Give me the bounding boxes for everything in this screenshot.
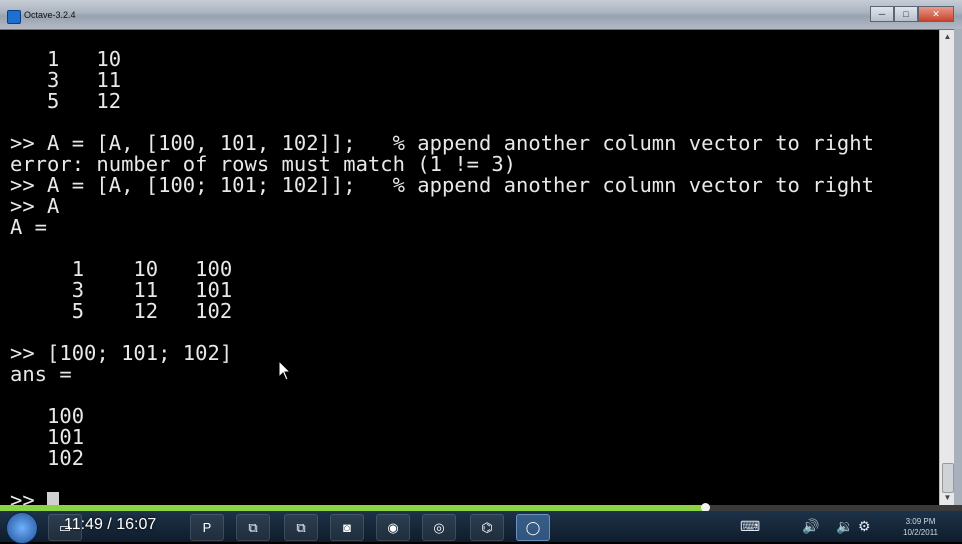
maximize-button[interactable]: □ [894, 6, 918, 22]
powerpoint-icon[interactable]: P [190, 514, 224, 541]
console-line: 102 [10, 446, 85, 470]
system-clock[interactable]: 3:09 PM 10/2/2011 [903, 516, 938, 538]
keyboard-icon[interactable]: ⌨ [740, 518, 760, 535]
mouse-pointer-icon [278, 360, 292, 381]
console-line: >> A = [A, [100; 101; 102]]; % append an… [10, 173, 874, 197]
console-line: ans = [10, 362, 72, 386]
window-title: Octave-3.2.4 [24, 10, 76, 20]
app-icon[interactable]: ◎ [422, 514, 456, 541]
settings-icon[interactable]: ⚙ [858, 518, 871, 535]
python-icon[interactable]: ⌬ [470, 514, 504, 541]
scroll-down-icon[interactable]: ▼ [940, 491, 955, 505]
console-line: 1 10 [10, 47, 122, 71]
network-icon[interactable]: ⧉ [284, 514, 318, 541]
clock-date: 10/2/2011 [903, 528, 938, 537]
window-titlebar[interactable]: Octave-3.2.4 ─ □ ✕ [0, 0, 962, 30]
console-line: 5 12 102 [10, 299, 233, 323]
console-line: >> [10, 490, 60, 505]
network-icon[interactable]: ⧉ [236, 514, 270, 541]
window-controls: ─ □ ✕ [870, 6, 954, 22]
volume-icon[interactable]: 🔉 [836, 518, 853, 535]
console-line: 3 11 [10, 68, 122, 92]
console-line: A = [10, 215, 48, 239]
console-line: 1 10 100 [10, 257, 233, 281]
octave-icon[interactable]: ◯ [516, 514, 550, 541]
scroll-up-icon[interactable]: ▲ [940, 30, 955, 44]
clock-time: 3:09 PM [905, 517, 936, 526]
console-line: 100 [10, 404, 85, 428]
octave-console[interactable]: 1 10 3 11 5 12 >> A = [A, [100, 101, 102]… [8, 30, 939, 505]
video-time-total: 16:07 [116, 516, 157, 533]
console-line: >> A = [A, [100, 101, 102]]; % append an… [10, 131, 874, 155]
console-line: 101 [10, 425, 85, 449]
console-line: >> [100; 101; 102] [10, 341, 233, 365]
close-button[interactable]: ✕ [918, 6, 954, 22]
camera-icon[interactable]: ◙ [330, 514, 364, 541]
console-line: error: number of rows must match (1 != 3… [10, 152, 517, 176]
start-button[interactable] [6, 512, 38, 544]
minimize-button[interactable]: ─ [870, 6, 894, 22]
volume-icon[interactable]: 🔊 [802, 518, 819, 535]
folder-icon[interactable]: ▭ [48, 514, 82, 541]
text-cursor [47, 492, 60, 505]
video-time-separator: / [102, 516, 117, 533]
scrollbar-thumb[interactable] [942, 463, 954, 493]
chrome-icon[interactable]: ◉ [376, 514, 410, 541]
console-line: 3 11 101 [10, 278, 233, 302]
console-line: >> A [10, 194, 60, 218]
window-border [954, 29, 962, 505]
octave-app-icon [7, 10, 21, 24]
taskbar: 11:49 / 16:07 3:09 PM 10/2/2011 ▭ P ⧉ ⧉ ◙ ◉ ◎ ⌬… [0, 511, 962, 544]
vertical-scrollbar[interactable]: ▲ ▼ [939, 30, 955, 505]
console-line: 5 12 [10, 89, 122, 113]
